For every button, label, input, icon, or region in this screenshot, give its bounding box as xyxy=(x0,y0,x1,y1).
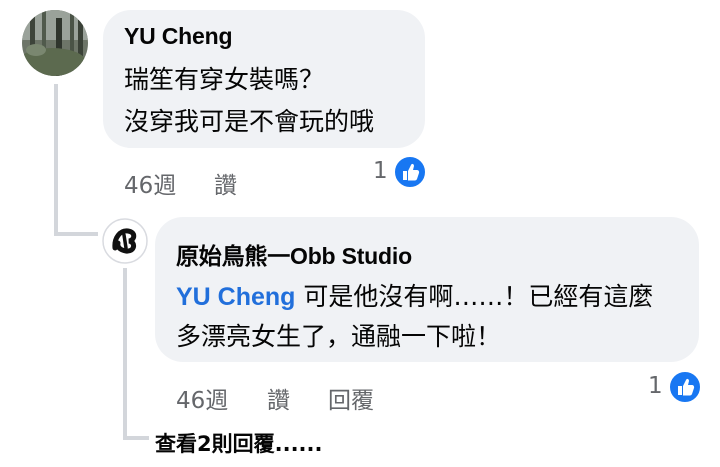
thread-connector xyxy=(54,84,58,236)
comment-like-button[interactable]: 讚 xyxy=(214,166,237,200)
reply-text-line-1: YU Cheng 可是他沒有啊……！已經有這麼 xyxy=(176,277,653,313)
reply-author[interactable]: 原始鳥熊一Obb Studio xyxy=(176,237,412,271)
comment-text-line-1: 瑞笙有穿女裝嗎？ xyxy=(124,65,325,94)
thread-connector-elbow xyxy=(54,232,98,236)
reply-thread-connector-elbow xyxy=(123,436,149,440)
reply-reply-button[interactable]: 回覆 xyxy=(328,381,374,415)
reply-timestamp[interactable]: 46週 xyxy=(176,381,228,415)
reply-reaction-count[interactable]: 1 xyxy=(648,373,663,399)
reply-thread-connector xyxy=(123,268,127,440)
comment-bubble: YU Cheng 瑞笙有穿女裝嗎？ 沒穿我可是不會玩的哦 xyxy=(103,10,425,148)
comment-author[interactable]: YU Cheng xyxy=(124,23,232,50)
thumbs-up-icon xyxy=(668,370,702,404)
page-avatar[interactable] xyxy=(102,218,148,264)
forest-photo-avatar xyxy=(22,10,88,76)
mention-link[interactable]: YU Cheng xyxy=(176,283,295,311)
comment-text-line-2: 沒穿我可是不會玩的哦 xyxy=(124,107,375,136)
reply-like-button[interactable]: 讚 xyxy=(267,381,290,415)
reply-text-continuation: 可是他沒有啊……！已經有這麼 xyxy=(295,282,654,311)
thumbs-up-icon xyxy=(393,155,427,189)
reply-bubble: 原始鳥熊一Obb Studio YU Cheng 可是他沒有啊……！已經有這麼 … xyxy=(155,217,699,362)
comment-reaction-count[interactable]: 1 xyxy=(373,158,388,184)
view-more-replies-link[interactable]: 查看2則回覆...... xyxy=(155,428,322,458)
comment-timestamp[interactable]: 46週 xyxy=(124,166,176,200)
reply-text-line-2: 多漂亮女生了，通融一下啦！ xyxy=(176,322,502,351)
obb-studio-logo-icon xyxy=(102,218,148,264)
commenter-avatar[interactable] xyxy=(22,10,88,76)
